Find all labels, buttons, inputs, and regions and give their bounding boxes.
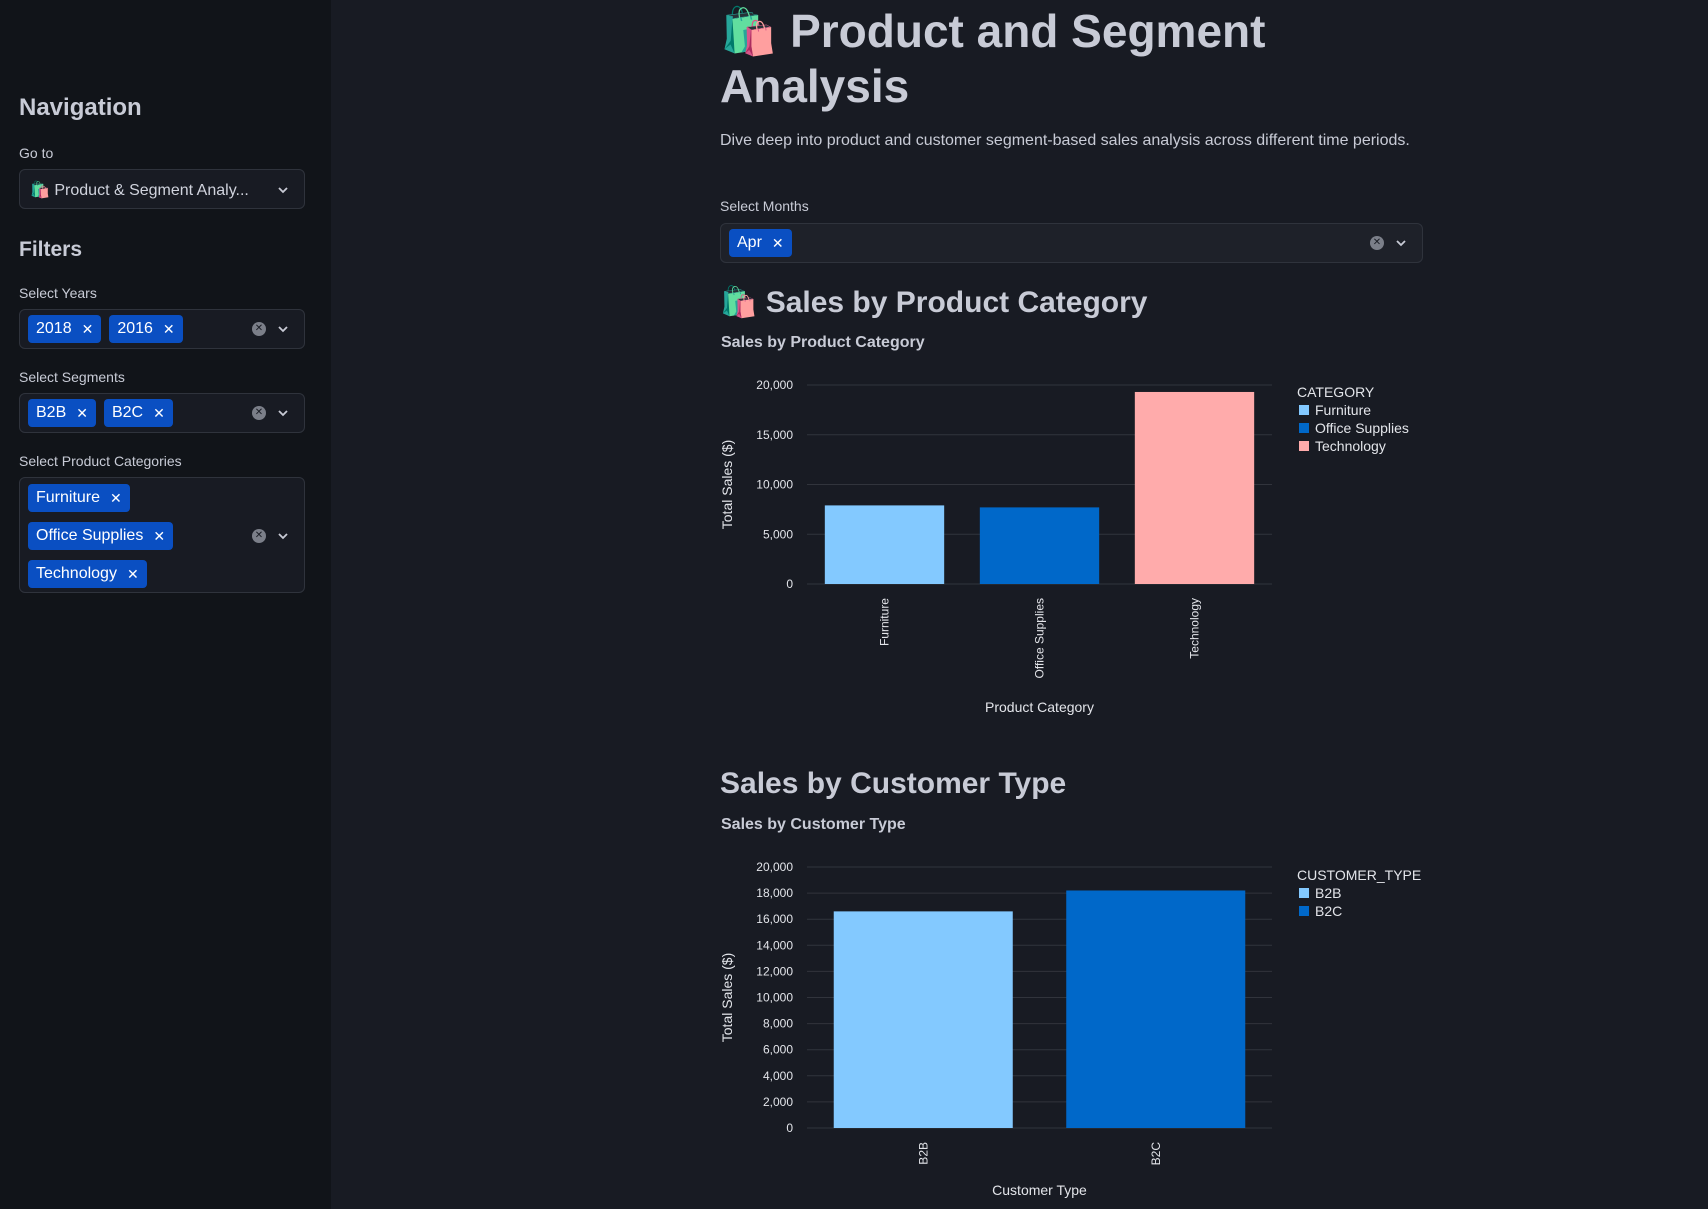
remove-tag-icon[interactable]: ✕ [110,490,122,507]
remove-tag-icon[interactable]: ✕ [153,405,165,422]
category-tag: Furniture ✕ [28,484,130,512]
legend-swatch [1299,888,1309,898]
category-tag: Technology ✕ [28,560,147,588]
shopping-bags-icon: 🛍️ [30,182,50,199]
years-label: Select Years [19,285,97,301]
x-tick-label: Office Supplies [1033,598,1047,679]
chevron-down-icon[interactable] [276,183,290,197]
y-tick-label: 2,000 [763,1095,793,1109]
legend-swatch [1299,441,1309,451]
bar [1134,391,1255,584]
months-label: Select Months [720,198,809,214]
y-tick-label: 6,000 [763,1043,793,1057]
remove-tag-icon[interactable]: ✕ [163,321,175,338]
segments-label: Select Segments [19,369,125,385]
y-tick-label: 20,000 [756,378,793,392]
segments-multiselect[interactable]: B2B ✕ B2C ✕ ✕ [19,393,305,433]
goto-label: Go to [19,145,54,161]
y-tick-label: 20,000 [756,860,793,874]
y-tick-label: 0 [786,577,793,591]
remove-tag-icon[interactable]: ✕ [772,235,784,252]
clear-all-icon[interactable]: ✕ [1370,236,1384,250]
chevron-down-icon[interactable] [276,529,290,543]
navigation-heading: Navigation [19,94,142,121]
product-category-chart: 0 5,000 10,000 15,000 20,000 Furniture Office … [719,378,1409,715]
remove-tag-icon[interactable]: ✕ [127,566,139,583]
legend-label: B2C [1315,903,1342,919]
chart-title: Sales by Product Category [721,334,925,351]
bar [833,911,1013,1128]
y-tick-label: 16,000 [756,912,793,926]
remove-tag-icon[interactable]: ✕ [153,528,165,545]
y-tick-label: 15,000 [756,428,793,442]
y-axis-label: Total Sales ($) [719,953,735,1042]
x-axis-label: Customer Type [992,1182,1087,1198]
x-tick-label: Furniture [878,598,892,646]
bar [1066,890,1246,1128]
legend-title: CATEGORY [1297,384,1375,400]
page-description: Dive deep into product and customer segm… [720,132,1410,149]
y-tick-label: 10,000 [756,478,793,492]
category-tag: Office Supplies ✕ [28,522,174,550]
section-heading-customer-type: Sales by Customer Type [720,767,1067,800]
sidebar: Navigation Go to 🛍️ Product & Segment An… [0,0,331,1209]
y-tick-label: 12,000 [756,964,793,978]
y-tick-label: 14,000 [756,938,793,952]
clear-all-icon[interactable]: ✕ [252,529,266,543]
legend-swatch [1299,906,1309,916]
years-multiselect[interactable]: 2018 ✕ 2016 ✕ ✕ [19,309,305,349]
page-title: 🛍️ Product and Segment Analysis [720,4,1340,114]
x-tick-label: B2B [916,1142,930,1165]
categories-label: Select Product Categories [19,453,182,469]
remove-tag-icon[interactable]: ✕ [76,405,88,422]
segment-tag: B2C ✕ [103,399,173,427]
categories-multiselect[interactable]: Furniture ✕ Office Supplies ✕ Technology ✕ … [19,477,305,593]
y-tick-label: 4,000 [763,1069,793,1083]
year-tag: 2018 ✕ [28,315,102,343]
legend-label: Office Supplies [1315,420,1409,436]
legend-label: B2B [1315,885,1341,901]
page-select-value: Product & Segment Analy... [54,182,249,199]
filters-heading: Filters [19,238,83,261]
x-tick-label: Technology [1188,598,1202,659]
year-tag: 2016 ✕ [109,315,183,343]
chevron-down-icon[interactable] [1394,236,1408,250]
clear-all-icon[interactable]: ✕ [252,406,266,420]
legend-swatch [1299,423,1309,433]
remove-tag-icon[interactable]: ✕ [82,321,94,338]
bar [979,507,1100,584]
y-tick-label: 8,000 [763,1017,793,1031]
chart-title: Sales by Customer Type [721,816,906,833]
month-tag: Apr ✕ [729,229,792,257]
y-axis-label: Total Sales ($) [719,440,735,529]
legend-label: Furniture [1315,402,1371,418]
chevron-down-icon[interactable] [276,406,290,420]
y-tick-label: 0 [786,1121,793,1135]
customer-type-chart: 0 2,000 4,000 6,000 8,000 10,000 12,000 14,000 1… [719,860,1421,1198]
y-tick-label: 5,000 [763,527,793,541]
months-multiselect[interactable]: Apr ✕ ✕ [720,223,1423,263]
shopping-bags-icon: 🛍️ [720,286,758,319]
segment-tag: B2B ✕ [28,399,96,427]
section-heading-product-category: 🛍️ Sales by Product Category [720,286,1148,319]
clear-all-icon[interactable]: ✕ [252,322,266,336]
legend-label: Technology [1315,438,1386,454]
chevron-down-icon[interactable] [276,322,290,336]
page-title-text: Product and Segment Analysis [720,5,1266,112]
x-tick-label: B2C [1149,1142,1163,1166]
y-tick-label: 18,000 [756,886,793,900]
x-axis-label: Product Category [985,699,1094,715]
shopping-bags-icon: 🛍️ [720,5,778,57]
legend-title: CUSTOMER_TYPE [1297,867,1421,883]
bar [824,505,945,584]
legend-swatch [1299,405,1309,415]
page-select[interactable]: 🛍️ Product & Segment Analy... [19,169,305,209]
y-tick-label: 10,000 [756,991,793,1005]
